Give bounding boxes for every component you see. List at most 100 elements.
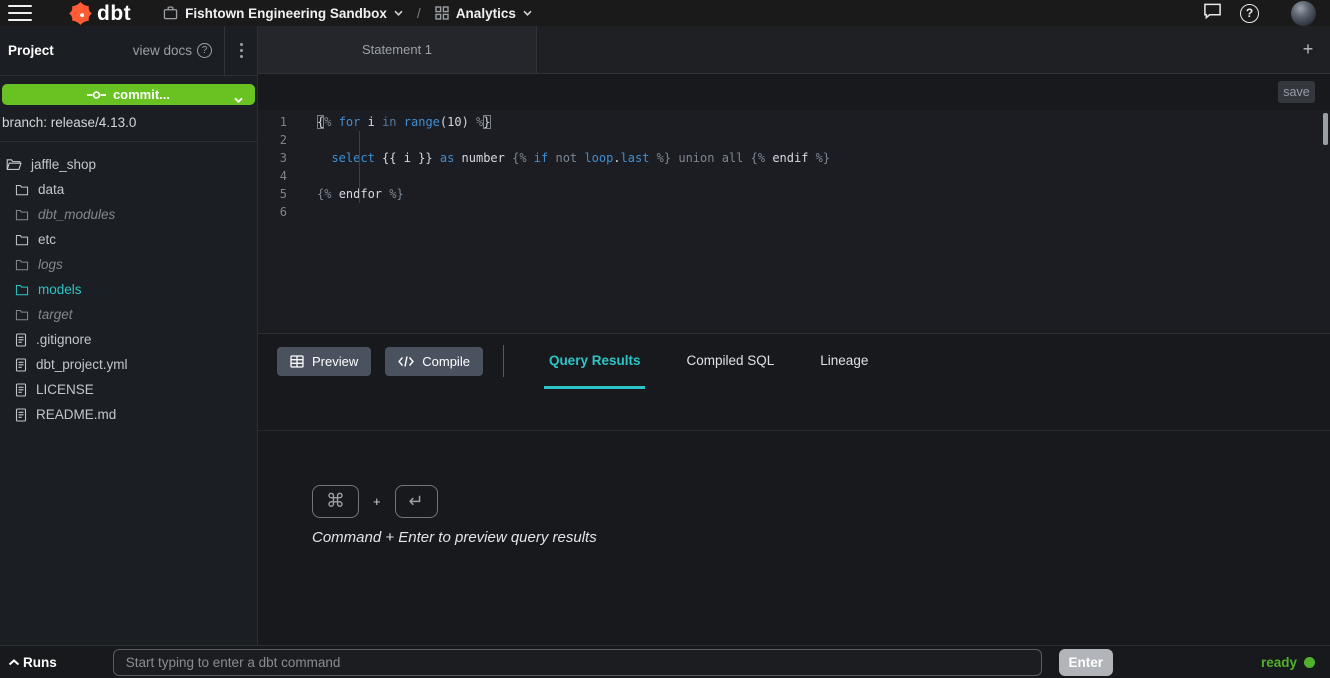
tree-item-license[interactable]: LICENSE	[0, 377, 257, 402]
chevron-up-icon	[8, 659, 20, 666]
ready-label: ready	[1261, 655, 1297, 670]
chevron-down-icon	[394, 10, 403, 16]
account-switcher[interactable]: Fishtown Engineering Sandbox	[163, 6, 403, 21]
folder-icon	[15, 284, 29, 296]
file-icon	[15, 358, 27, 372]
tab-label: Query Results	[549, 353, 641, 368]
code-line	[317, 203, 1330, 221]
editor-toolbar: save	[258, 74, 1330, 110]
tree-item-data[interactable]: data	[0, 177, 257, 202]
preview-button[interactable]: Preview	[277, 347, 371, 376]
path-separator: /	[417, 5, 421, 21]
tree-item-label: dbt_modules	[38, 207, 115, 222]
line-number: 4	[258, 167, 299, 185]
file-tree: jaffle_shopdata dbt_modulesetc logs models t…	[0, 142, 257, 427]
tree-item-label: etc	[38, 232, 56, 247]
command-key-icon: ⌘	[312, 485, 359, 518]
code-line: select {{ i }} as number {% if not loop.…	[317, 149, 1330, 167]
results-divider	[258, 389, 1330, 431]
branch-label: branch: release/4.13.0	[0, 105, 257, 130]
tree-item-label: LICENSE	[36, 382, 94, 397]
tree-item-label: dbt_project.yml	[36, 357, 128, 372]
chevron-down-icon[interactable]	[234, 91, 243, 106]
dbt-command-input[interactable]	[113, 649, 1042, 676]
editor-tab-statement-1[interactable]: Statement 1	[258, 26, 537, 73]
tree-item-jaffle-shop[interactable]: jaffle_shop	[0, 152, 257, 177]
folder-icon	[15, 259, 29, 271]
tree-item-label: logs	[38, 257, 63, 272]
dbt-logo[interactable]: dbt	[68, 1, 131, 26]
new-tab-button[interactable]: +	[1286, 26, 1330, 73]
code-line: {% for i in range(10) %}	[317, 113, 1330, 131]
tab-lineage[interactable]: Lineage	[815, 334, 873, 389]
file-icon	[15, 333, 27, 347]
compile-button[interactable]: Compile	[385, 347, 483, 376]
table-icon	[290, 355, 304, 368]
tree-item-dbt-project-yml[interactable]: dbt_project.yml	[0, 352, 257, 377]
runs-label: Runs	[23, 655, 57, 670]
runs-toggle[interactable]: Runs	[8, 655, 57, 670]
code-line: {% endfor %}	[317, 185, 1330, 203]
preview-label: Preview	[312, 354, 358, 369]
code-line	[317, 131, 1330, 149]
code-icon	[398, 356, 414, 367]
help-icon[interactable]: ?	[1240, 4, 1259, 23]
vertical-divider	[503, 345, 504, 377]
hamburger-menu-icon[interactable]	[8, 5, 32, 21]
view-docs-label: view docs	[133, 43, 192, 58]
folder-icon	[15, 184, 29, 196]
plus-sign: +	[373, 494, 381, 509]
tab-compiled-sql[interactable]: Compiled SQL	[681, 334, 779, 389]
folder-open-icon	[6, 158, 22, 171]
editor-scrollbar[interactable]	[1323, 113, 1328, 145]
line-number: 2	[258, 131, 299, 149]
tree-item-target[interactable]: target	[0, 302, 257, 327]
tab-label: Compiled SQL	[686, 353, 774, 368]
briefcase-icon	[163, 6, 178, 20]
status-ready: ready	[1261, 655, 1315, 670]
tree-item-gitignore[interactable]: .gitignore	[0, 327, 257, 352]
user-avatar[interactable]	[1291, 1, 1316, 26]
line-number: 1	[258, 113, 299, 131]
code-editor[interactable]: 123456 {% for i in range(10) %} select {…	[258, 110, 1330, 333]
line-number-gutter: 123456	[258, 110, 299, 333]
project-switcher[interactable]: Analytics	[435, 6, 532, 21]
chat-icon[interactable]	[1203, 2, 1222, 25]
results-panel: Preview Compile Query Results	[258, 333, 1330, 645]
project-name: Analytics	[456, 6, 516, 21]
tree-item-readme-md[interactable]: README.md	[0, 402, 257, 427]
tree-item-label: target	[38, 307, 73, 322]
view-docs-link[interactable]: view docs ?	[133, 43, 212, 58]
grid-icon	[435, 6, 449, 20]
dbt-brand-text: dbt	[97, 3, 131, 24]
question-circle-icon: ?	[197, 43, 212, 58]
enter-key-icon: ↵	[395, 485, 438, 518]
commit-button[interactable]: commit...	[2, 84, 255, 105]
project-sidebar: Project view docs ? commit...	[0, 26, 258, 645]
tree-item-label: .gitignore	[36, 332, 92, 347]
sidebar-header: Project view docs ?	[0, 26, 257, 76]
folder-icon	[15, 209, 29, 221]
tree-item-logs[interactable]: logs	[0, 252, 257, 277]
tree-item-etc[interactable]: etc	[0, 227, 257, 252]
tree-item-label: README.md	[36, 407, 116, 422]
git-commit-icon	[87, 90, 106, 100]
results-body: ⌘ + ↵ Command + Enter to preview query r…	[258, 431, 1330, 645]
save-button[interactable]: save	[1278, 81, 1315, 103]
editor-tab-bar: Statement 1 +	[258, 26, 1330, 74]
status-bar: Runs Enter ready	[0, 645, 1330, 678]
enter-button[interactable]: Enter	[1059, 649, 1113, 676]
top-bar: dbt Fishtown Engineering Sandbox / Analy…	[0, 0, 1330, 26]
dbt-cloud-ide: dbt Fishtown Engineering Sandbox / Analy…	[0, 0, 1330, 678]
shortcut-hint-text: Command + Enter to preview query results	[312, 529, 1330, 546]
tree-item-models[interactable]: models	[0, 277, 257, 302]
tree-item-dbt-modules[interactable]: dbt_modules	[0, 202, 257, 227]
code-area[interactable]: {% for i in range(10) %} select {{ i }} …	[299, 110, 1330, 333]
indent-guide	[359, 131, 360, 203]
compile-label: Compile	[422, 354, 470, 369]
tab-query-results[interactable]: Query Results	[544, 334, 646, 389]
tree-item-label: models	[38, 282, 82, 297]
dbt-logo-icon	[68, 1, 93, 26]
results-tabs: Query Results Compiled SQL Lineage	[544, 334, 873, 389]
kebab-menu-icon[interactable]	[225, 37, 257, 64]
